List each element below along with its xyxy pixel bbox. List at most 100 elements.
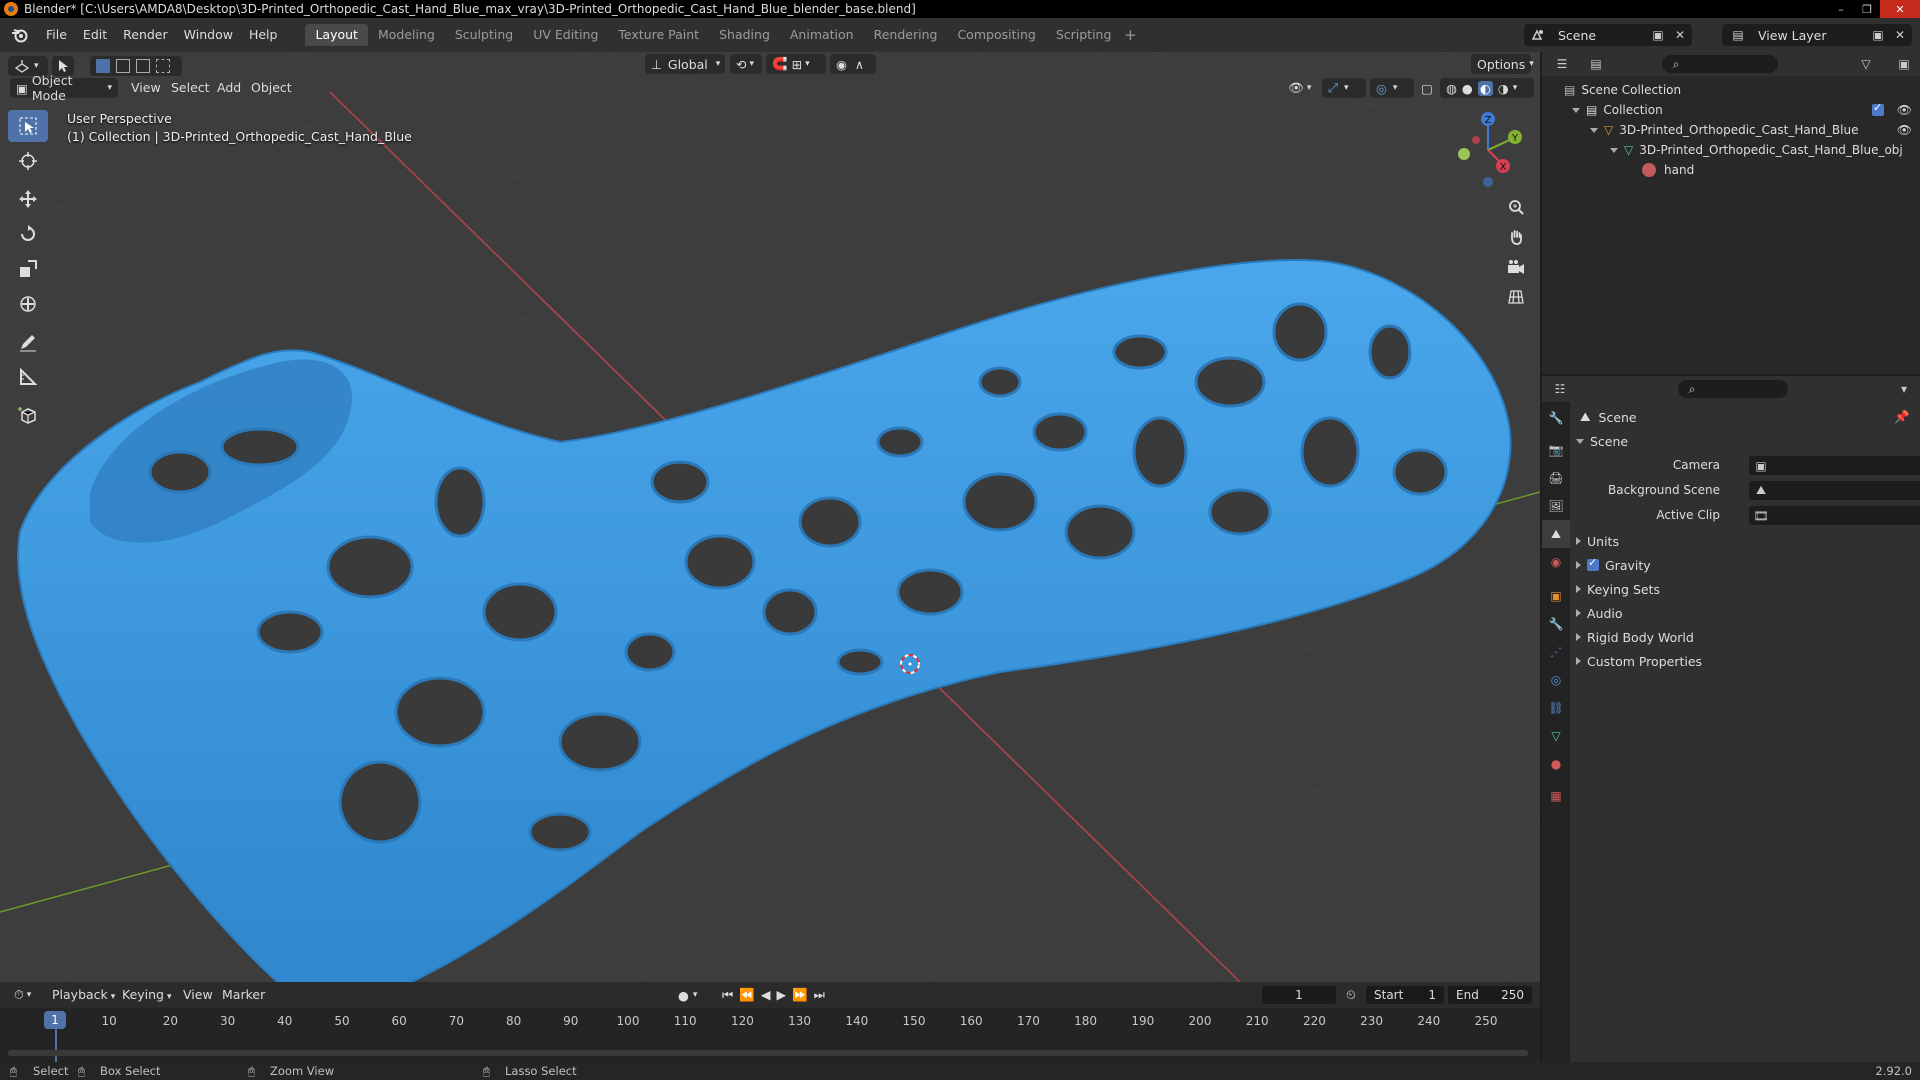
expand-icon[interactable] (1576, 633, 1581, 641)
wireframe-shading-icon[interactable]: ◍ (1446, 81, 1457, 96)
material-properties-tab-icon[interactable]: ● (1542, 750, 1570, 778)
menu-timeline-view[interactable]: View (183, 985, 213, 1005)
expand-icon[interactable] (1576, 657, 1581, 665)
outliner-search-input[interactable]: ⌕ (1662, 55, 1778, 73)
rigid-body-world-panel[interactable]: Rigid Body World (1572, 626, 1920, 648)
zoom-icon[interactable] (1503, 194, 1529, 220)
pan-hand-icon[interactable] (1503, 224, 1529, 250)
tab-sculpting[interactable]: Sculpting (445, 24, 523, 46)
snapping-icon[interactable]: 🧲 ⊞ ▾ (766, 54, 826, 74)
visibility-eye-icon[interactable]: 👁 (1897, 103, 1912, 117)
properties-options-icon[interactable]: ▾ (1896, 381, 1912, 397)
preview-range-icon[interactable]: ⏲ (1346, 985, 1356, 1005)
new-scene-icon[interactable]: ▣ (1650, 27, 1666, 43)
outliner-item-cast-object[interactable]: ▽ 3D-Printed_Orthopedic_Cast_Hand_Blue 👁 (1542, 120, 1920, 140)
jump-keyframe-forward-icon[interactable]: ⏩ (792, 985, 808, 1005)
navigation-gizmo[interactable]: Z Y X (1448, 110, 1528, 190)
menu-marker[interactable]: Marker (222, 985, 265, 1005)
background-scene-field[interactable]: ⛰ (1749, 480, 1920, 500)
play-reverse-icon[interactable]: ◀ (761, 985, 771, 1005)
view-layer-selector[interactable]: ▤ View Layer ▣ ✕ (1722, 24, 1912, 46)
shading-mode-buttons[interactable]: ◍ ● ◐ ◑ ▾ (1440, 78, 1534, 98)
select-invert-icon[interactable] (156, 59, 170, 73)
tab-animation[interactable]: Animation (780, 24, 864, 46)
proportional-editing-icon[interactable]: ◉ ∧ (830, 54, 876, 74)
play-icon[interactable]: ▶ (776, 985, 786, 1005)
options-dropdown[interactable]: Options ▾ (1471, 54, 1534, 74)
viewport-scene[interactable] (0, 52, 1540, 982)
rendered-shading-icon[interactable]: ◑ (1498, 81, 1509, 96)
select-box-tool-icon[interactable] (8, 110, 48, 142)
blender-menu-icon[interactable] (8, 25, 32, 45)
solid-shading-icon[interactable]: ● (1462, 81, 1473, 96)
scene-properties-tab-icon[interactable]: ⛰ (1542, 520, 1570, 548)
constraint-properties-tab-icon[interactable]: ⛓ (1542, 694, 1570, 722)
current-frame-field[interactable]: 1 (1262, 986, 1336, 1004)
tab-layout[interactable]: Layout (305, 24, 368, 46)
expand-icon[interactable] (1610, 147, 1618, 153)
overlays-toggle-icon[interactable]: ◎ ▾ (1370, 78, 1414, 98)
tab-texture-paint[interactable]: Texture Paint (608, 24, 709, 46)
expand-icon[interactable] (1576, 537, 1581, 545)
menu-keying[interactable]: Keying ▾ (122, 985, 172, 1005)
collapse-icon[interactable] (1576, 438, 1584, 444)
exclude-checkbox[interactable] (1872, 101, 1884, 116)
delete-view-layer-icon[interactable]: ✕ (1892, 27, 1908, 43)
menu-view[interactable]: View (131, 78, 161, 98)
render-properties-tab-icon[interactable]: 📷 (1542, 436, 1570, 464)
new-view-layer-icon[interactable]: ▣ (1870, 27, 1886, 43)
measure-tool-icon[interactable] (8, 361, 48, 393)
display-mode-icon[interactable]: ▤ (1588, 56, 1604, 72)
3d-viewport[interactable]: ▾ ⊥ Global ▾ ⟲ ▾ 🧲 ⊞ ▾ ◉ ∧ Options ▾ ▣ Objec… (0, 52, 1540, 982)
properties-search-input[interactable]: ⌕ (1678, 380, 1788, 398)
outliner-editor-type-icon[interactable]: ☰ (1554, 56, 1570, 72)
tool-properties-tab-icon[interactable]: 🔧 (1542, 404, 1570, 432)
timeline-editor-type-icon[interactable]: ⏱ ▾ (8, 985, 42, 1005)
menu-playback[interactable]: Playback ▾ (52, 985, 115, 1005)
tab-compositing[interactable]: Compositing (947, 24, 1045, 46)
tab-modeling[interactable]: Modeling (368, 24, 445, 46)
timeline-ruler[interactable]: 1 10 20 30 40 50 60 70 80 90 100 110 120 130 140 150 16… (0, 1008, 1540, 1062)
expand-icon[interactable] (1576, 561, 1581, 569)
pin-icon[interactable]: 📌 (1894, 409, 1910, 425)
data-properties-tab-icon[interactable]: ▽ (1542, 722, 1570, 750)
rotate-tool-icon[interactable] (8, 218, 48, 250)
start-frame-field[interactable]: Start 1 (1366, 986, 1444, 1004)
new-collection-icon[interactable]: ▣ (1896, 56, 1912, 72)
particle-properties-tab-icon[interactable]: ⋰ (1542, 638, 1570, 666)
tab-uv-editing[interactable]: UV Editing (523, 24, 608, 46)
expand-icon[interactable] (1572, 107, 1580, 113)
jump-end-icon[interactable]: ⏭ (814, 985, 825, 1005)
maximize-icon[interactable]: ❐ (1854, 0, 1880, 18)
delete-scene-icon[interactable]: ✕ (1672, 27, 1688, 43)
expand-icon[interactable] (1590, 127, 1598, 133)
custom-properties-panel[interactable]: Custom Properties (1572, 650, 1920, 672)
texture-properties-tab-icon[interactable]: ▦ (1542, 782, 1570, 810)
object-properties-tab-icon[interactable]: ▣ (1542, 582, 1570, 610)
camera-field[interactable]: ▣ ✎ (1749, 455, 1920, 475)
scale-tool-icon[interactable] (8, 253, 48, 285)
perspective-toggle-icon[interactable] (1503, 284, 1529, 310)
tab-shading[interactable]: Shading (709, 24, 780, 46)
xray-toggle-icon[interactable]: ▢ (1416, 78, 1438, 98)
add-cube-tool-icon[interactable] (8, 399, 48, 431)
select-subtract-icon[interactable] (136, 59, 150, 73)
expand-icon[interactable] (1576, 585, 1581, 593)
pivot-point-icon[interactable]: ⟲ ▾ (730, 54, 762, 74)
playhead-indicator[interactable]: 1 (44, 1011, 66, 1029)
transform-tool-icon[interactable] (8, 288, 48, 320)
object-mode-dropdown[interactable]: ▣ Object Mode ▾ (10, 73, 118, 103)
camera-view-icon[interactable] (1503, 254, 1529, 280)
transform-orientation-dropdown[interactable]: ⊥ Global ▾ (645, 54, 725, 74)
units-panel[interactable]: Units (1572, 530, 1920, 552)
world-properties-tab-icon[interactable]: ◉ (1542, 548, 1570, 576)
end-frame-field[interactable]: End 250 (1448, 986, 1532, 1004)
cursor-tool-icon[interactable] (8, 145, 48, 177)
selection-mode-buttons[interactable] (90, 56, 182, 76)
modifier-properties-tab-icon[interactable]: 🔧 (1542, 610, 1570, 638)
outliner-item-scene-collection[interactable]: ▤ Scene Collection (1542, 80, 1920, 100)
select-new-icon[interactable] (96, 59, 110, 73)
select-extend-icon[interactable] (116, 59, 130, 73)
properties-editor-type-icon[interactable]: ☷ (1552, 381, 1568, 397)
audio-panel[interactable]: Audio (1572, 602, 1920, 624)
